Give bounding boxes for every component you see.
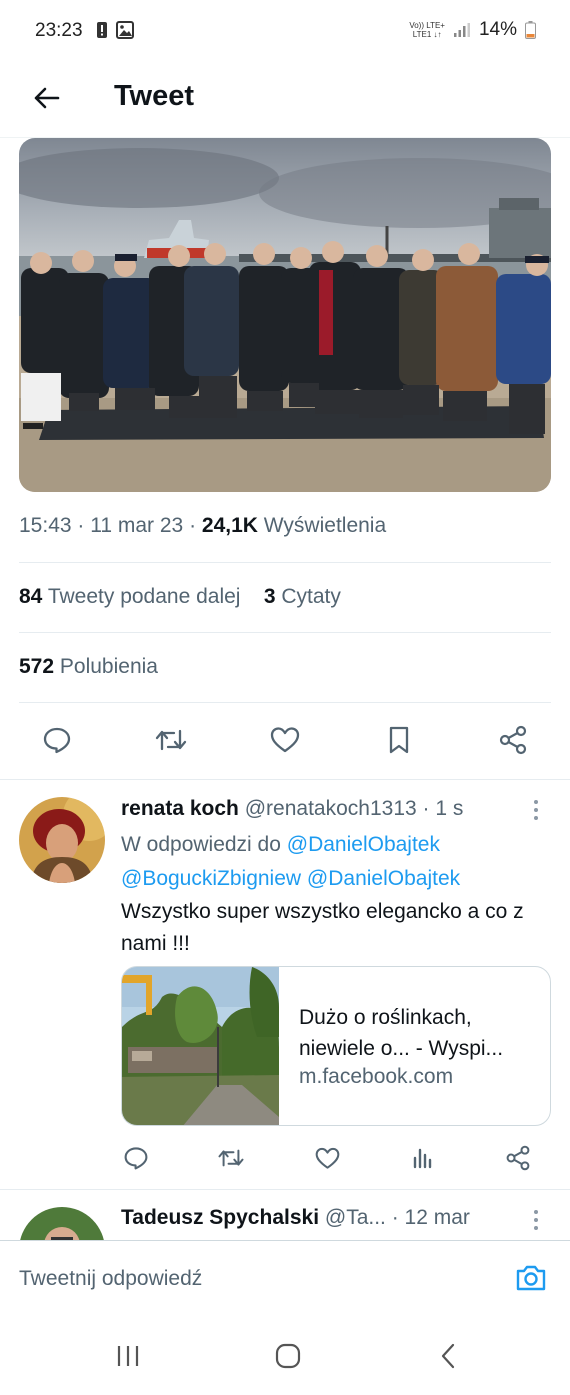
home-icon [275,1343,301,1369]
more-vertical-icon [534,800,538,820]
alert-icon [97,22,107,38]
author-name[interactable]: Tadeusz Spychalski [121,1206,319,1229]
reply-text: Wszystko super wszystko elegancko a co z… [121,900,524,955]
reply-action-bar [0,1142,570,1178]
likes-count: 572 [19,655,55,678]
camera-icon [516,1265,546,1291]
system-nav-bar [0,1310,570,1395]
share-button[interactable] [493,720,533,760]
reply-button[interactable] [120,1142,152,1174]
battery-icon [525,21,536,39]
page-title: Tweet [114,80,195,112]
more-vertical-icon [534,1210,538,1230]
more-button[interactable] [526,1208,546,1232]
photo-illustration [19,138,551,492]
avatar[interactable] [19,797,105,883]
status-time: 23:23 [35,20,83,41]
author-handle[interactable]: @Ta... [325,1206,386,1229]
link-card[interactable]: Dużo o roślinkach, niewiele o... - Wyspi… [121,966,551,1126]
battery-percent: 14% [478,19,517,40]
avatar-image [19,1207,105,1240]
signal-icon [453,23,470,37]
retweet-icon [218,1149,244,1167]
home-button[interactable] [268,1340,308,1372]
divider [0,779,570,780]
link-card-domain: m.facebook.com [299,1065,454,1088]
author-handle[interactable]: @renatakoch1313 [245,797,417,820]
back-nav-button[interactable] [428,1340,468,1372]
retweet-button[interactable] [215,1142,247,1174]
tweet-action-bar [0,720,570,760]
gallery-icon [116,21,134,39]
like-button[interactable] [311,1142,343,1174]
bookmark-button[interactable] [379,720,419,760]
reply-header: renata koch @renatakoch1313 · 1 s [121,797,463,821]
arrow-left-icon [34,87,60,109]
retweets-label: Tweety podane dalej [47,585,241,608]
link-card-thumbnail [122,967,279,1125]
divider [19,702,551,703]
reply-composer: Tweetnij odpowiedź [0,1240,570,1311]
views-icon [413,1148,432,1169]
reply-icon [124,1147,148,1170]
status-bar: 23:23 Vo)) LTE+ LTE1 ↓↑ 14% [0,0,570,62]
views-count: 24,1K [201,514,258,537]
likes-stats[interactable]: 572 Polubienia [19,655,158,679]
quotes-label: Cytaty [281,585,341,608]
back-button[interactable] [26,78,66,118]
retweet-icon [155,729,187,751]
share-icon [506,1145,530,1171]
top-bar: Tweet [0,62,570,138]
camera-button[interactable] [514,1263,548,1293]
divider [19,632,551,633]
reply-time: · 12 mar [391,1206,470,1229]
recent-apps-button[interactable] [108,1340,148,1372]
chevron-left-icon [441,1343,455,1369]
tweet-meta: 15:43 · 11 mar 23 · 24,1K Wyświetlenia [19,514,387,537]
views-label: Wyświetlenia [263,514,387,537]
mention-link[interactable]: @BoguckiZbigniew [121,867,301,890]
likes-label: Polubienia [59,655,158,678]
share-button[interactable] [502,1142,534,1174]
mention-link[interactable]: @DanielObajtek [307,867,460,890]
share-icon [499,725,527,755]
author-name[interactable]: renata koch [121,797,239,820]
quotes-count: 3 [263,585,276,608]
mention-link[interactable]: @DanielObajtek [287,833,440,856]
recent-apps-icon [117,1346,139,1366]
bookmark-icon [389,726,409,754]
retweet-button[interactable] [151,720,191,760]
avatar-image [19,797,105,883]
more-button[interactable] [526,798,546,822]
reply-header: Tadeusz Spychalski @Ta... · 12 mar [121,1206,470,1230]
network-indicator: Vo)) LTE+ LTE1 ↓↑ [409,21,445,39]
reply-time: · 1 s [422,797,464,820]
link-card-title: Dużo o roślinkach, niewiele o... - Wyspi… [299,1006,504,1060]
avatar[interactable] [19,1207,105,1240]
reply-tweet[interactable]: Tadeusz Spychalski @Ta... · 12 mar [0,1190,570,1240]
reply-input[interactable]: Tweetnij odpowiedź [19,1267,202,1291]
tweet-photo[interactable] [19,138,551,492]
retweets-count: 84 [19,585,43,608]
tweet-date: 11 mar 23 [90,514,184,537]
reply-icon [43,727,71,754]
like-icon [315,1147,339,1169]
views-button[interactable] [407,1142,439,1174]
like-icon [270,727,300,753]
replying-to-label: W odpowiedzi do [121,833,281,856]
replying-to: W odpowiedzi do @DanielObajtek @BoguckiZ… [121,828,541,896]
reply-button[interactable] [37,720,77,760]
tweet-time: 15:43 [19,514,72,537]
retweet-stats[interactable]: 84 Tweety podane dalej 3 Cytaty [19,585,341,609]
like-button[interactable] [265,720,305,760]
divider [19,562,551,563]
thumbnail-image [122,967,279,1125]
